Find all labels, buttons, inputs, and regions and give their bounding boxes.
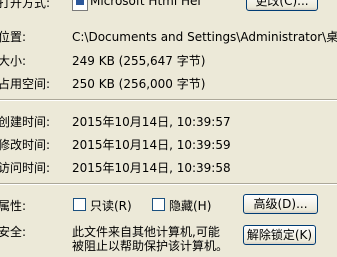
- advanced-button[interactable]: 高级(D)...: [243, 194, 318, 214]
- attributes-label: 属性:: [0, 199, 27, 213]
- divider: [0, 99, 337, 101]
- created-label: 创建时间:: [0, 115, 51, 129]
- open-with-value: Microsoft Html Hel: [90, 0, 201, 8]
- html-help-file-icon: [72, 0, 88, 11]
- accessed-label: 访问时间:: [0, 161, 51, 175]
- hidden-label[interactable]: 隐藏(H): [169, 197, 211, 214]
- security-label: 安全:: [0, 225, 27, 239]
- location-value: C:\Documents and Settings\Administrator\…: [72, 30, 337, 44]
- size-on-disk-value: 250 KB (256,000 字节): [72, 77, 206, 91]
- size-value: 249 KB (255,647 字节): [72, 54, 206, 68]
- size-label: 大小:: [0, 54, 27, 68]
- size-on-disk-label: 占用空间:: [0, 77, 51, 91]
- modified-value: 2015年10月14日, 10:39:59: [72, 138, 231, 152]
- readonly-label[interactable]: 只读(R): [90, 197, 132, 214]
- divider: [0, 183, 337, 185]
- unblock-button[interactable]: 解除锁定(K): [243, 225, 316, 245]
- location-label: 位置:: [0, 30, 27, 44]
- created-value: 2015年10月14日, 10:39:57: [72, 115, 231, 129]
- readonly-checkbox[interactable]: [73, 198, 86, 211]
- hidden-checkbox[interactable]: [152, 198, 165, 211]
- accessed-value: 2015年10月14日, 10:39:58: [72, 161, 231, 175]
- modified-label: 修改时间:: [0, 138, 51, 152]
- open-with-label: 打开方式:: [0, 0, 51, 10]
- change-button[interactable]: 更改(C)...: [246, 0, 318, 11]
- security-message-line2: 被阻止以帮助保护该计算机。: [72, 239, 229, 253]
